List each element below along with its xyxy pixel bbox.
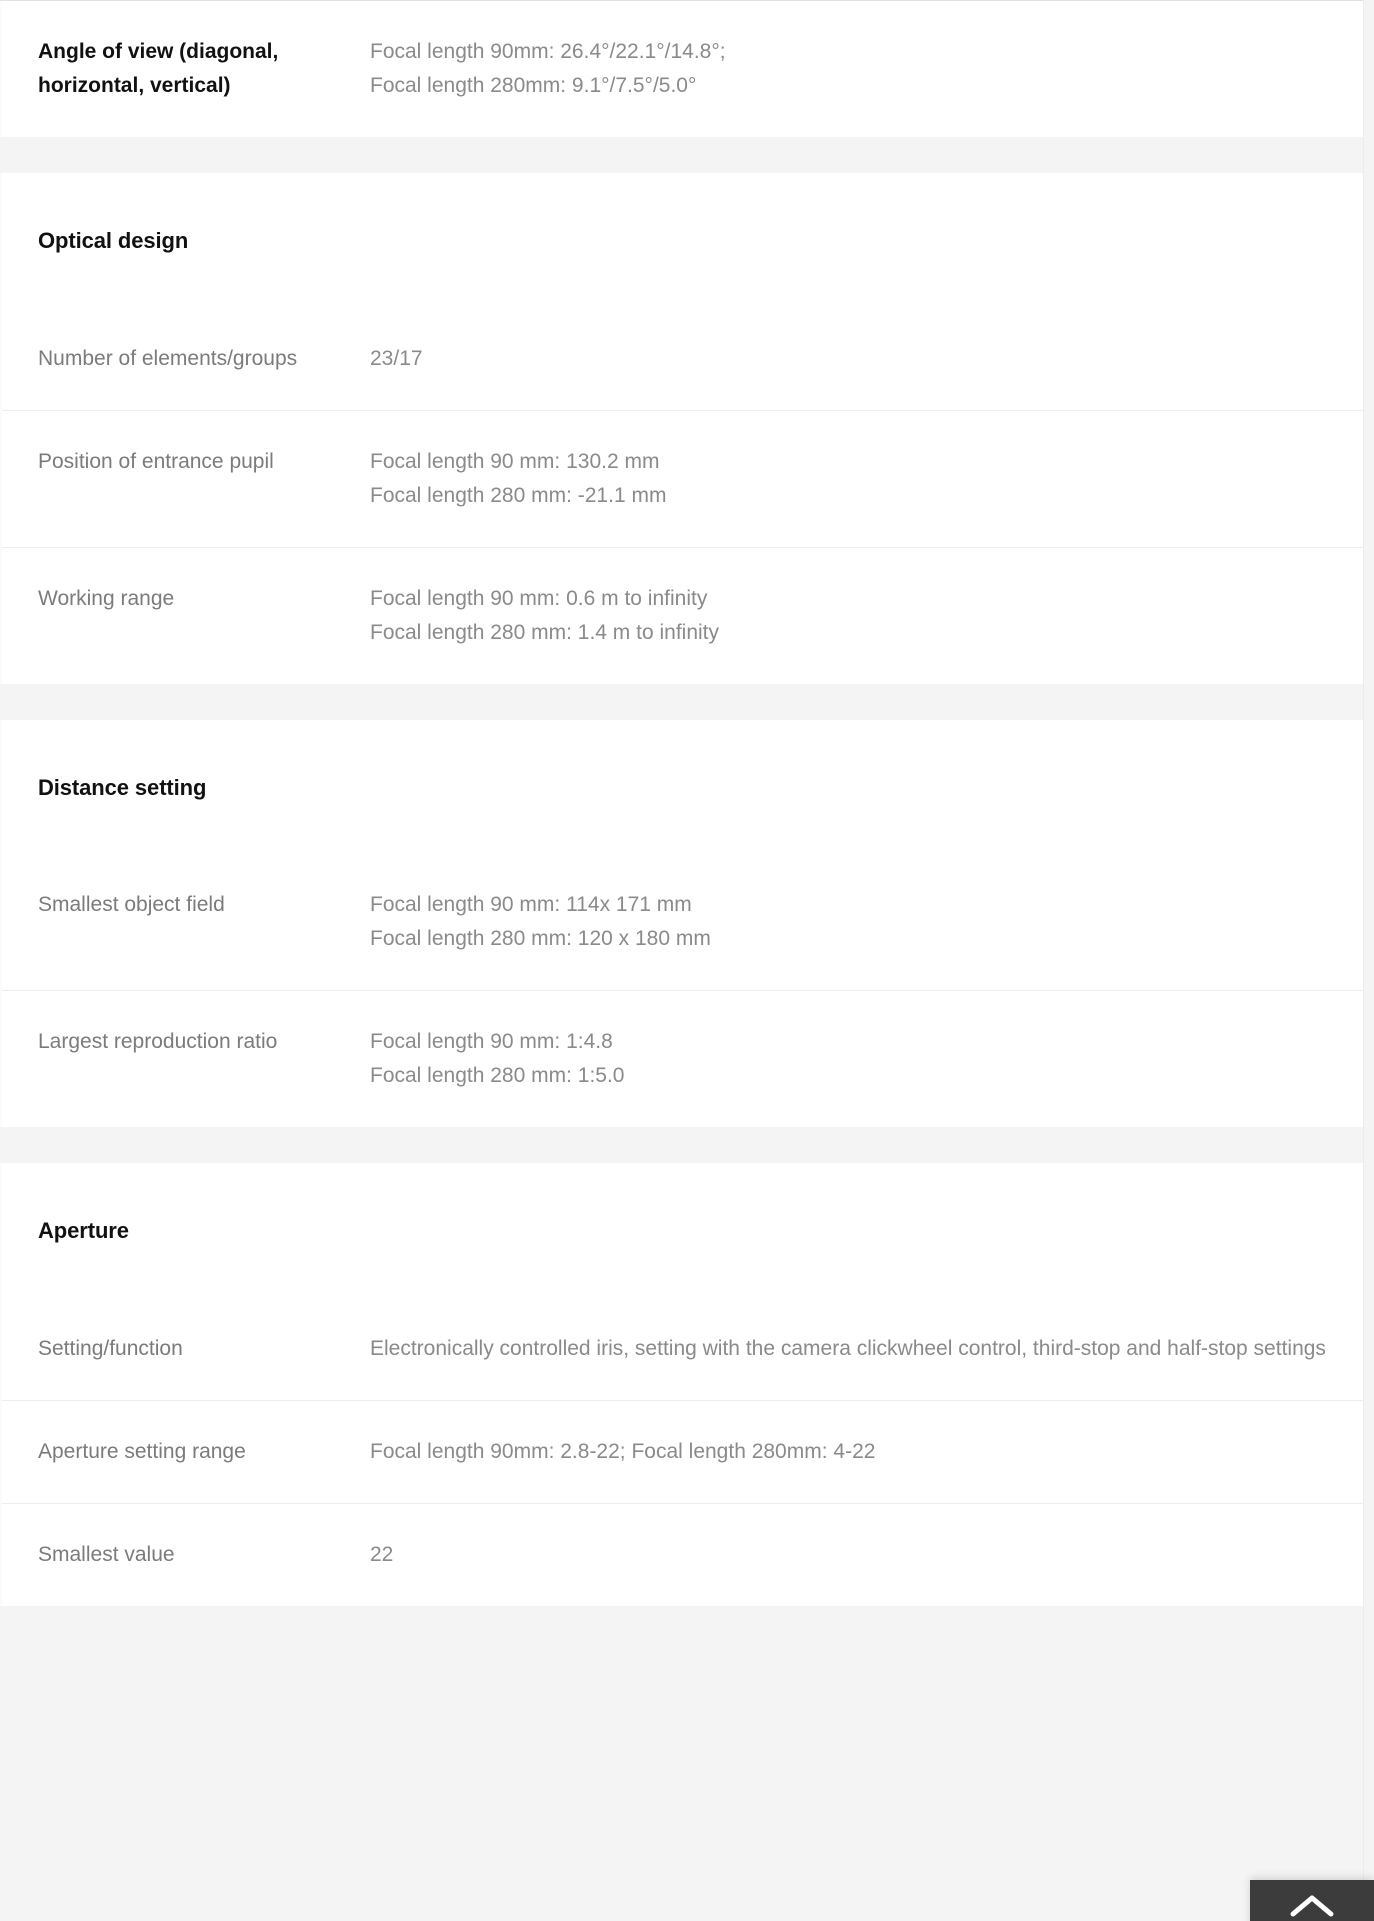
- section-heading-optical-design: Optical design: [38, 228, 189, 253]
- spec-key-aperture-setting-range: Aperture setting range: [38, 1439, 246, 1463]
- spec-row-angle-of-view: Angle of view (diagonal, horizontal, ver…: [2, 1, 1363, 137]
- spec-row-working-range: Working range Focal length 90 mm: 0.6 m …: [2, 546, 1363, 684]
- scroll-to-top-button[interactable]: [1250, 1880, 1374, 1921]
- spec-value-aperture-setting-range: Focal length 90mm: 2.8-22; Focal length …: [370, 1439, 876, 1463]
- spec-row-position-of-entrance-pupil: Position of entrance pupil Focal length …: [2, 409, 1363, 547]
- spec-key-number-of-elements-groups: Number of elements/groups: [38, 346, 298, 370]
- page-scrollbar[interactable]: [1363, 0, 1374, 1921]
- spec-key-smallest-object-field: Smallest object field: [38, 893, 225, 917]
- spec-value-smallest-value: 22: [370, 1542, 394, 1566]
- spec-card-angle-of-view: Angle of view (diagonal, horizontal, ver…: [0, 1, 1363, 137]
- spec-card-distance-setting: Distance setting Smallest object field F…: [0, 719, 1363, 1128]
- spec-row-largest-reproduction-ratio: Largest reproduction ratio Focal length …: [2, 990, 1363, 1127]
- spec-sheet-page: Angle of view (diagonal, horizontal, ver…: [0, 0, 1374, 1921]
- spec-key-position-of-entrance-pupil: Position of entrance pupil: [38, 449, 274, 473]
- spec-key-setting-function: Setting/function: [38, 1336, 183, 1360]
- spec-row-setting-function: Setting/function Electronically controll…: [2, 1298, 1363, 1400]
- spec-value-angle-of-view: Focal length 90mm: 26.4°/22.1°/14.8°; Fo…: [370, 40, 726, 97]
- spec-row-number-of-elements-groups: Number of elements/groups 23/17: [2, 308, 1363, 410]
- section-heading-distance-setting: Distance setting: [38, 774, 207, 800]
- spec-value-smallest-object-field: Focal length 90 mm: 114x 171 mm Focal le…: [370, 893, 711, 951]
- specification-list: Angle of view (diagonal, horizontal, ver…: [0, 1, 1363, 1606]
- spec-key-angle-of-view: Angle of view (diagonal, horizontal, ver…: [38, 40, 279, 97]
- chevron-up-icon: [1289, 1892, 1335, 1918]
- spec-key-smallest-value: Smallest value: [38, 1542, 175, 1566]
- spec-value-working-range: Focal length 90 mm: 0.6 m to infinity Fo…: [370, 586, 719, 644]
- spec-value-number-of-elements-groups: 23/17: [370, 346, 423, 370]
- spec-key-working-range: Working range: [38, 586, 175, 610]
- spec-card-aperture: Aperture Setting/function Electronically…: [0, 1163, 1363, 1606]
- spec-card-optical-design: Optical design Number of elements/groups…: [0, 173, 1363, 684]
- spec-value-position-of-entrance-pupil: Focal length 90 mm: 130.2 mm Focal lengt…: [370, 449, 667, 507]
- spec-row-smallest-value: Smallest value 22: [2, 1502, 1363, 1606]
- spec-key-largest-reproduction-ratio: Largest reproduction ratio: [38, 1030, 278, 1054]
- section-heading-aperture: Aperture: [38, 1218, 129, 1244]
- spec-row-smallest-object-field: Smallest object field Focal length 90 mm…: [2, 854, 1363, 990]
- spec-value-setting-function: Electronically controlled iris, setting …: [370, 1336, 1326, 1360]
- spec-value-largest-reproduction-ratio: Focal length 90 mm: 1:4.8 Focal length 2…: [370, 1030, 625, 1088]
- spec-row-aperture-setting-range: Aperture setting range Focal length 90mm…: [2, 1399, 1363, 1503]
